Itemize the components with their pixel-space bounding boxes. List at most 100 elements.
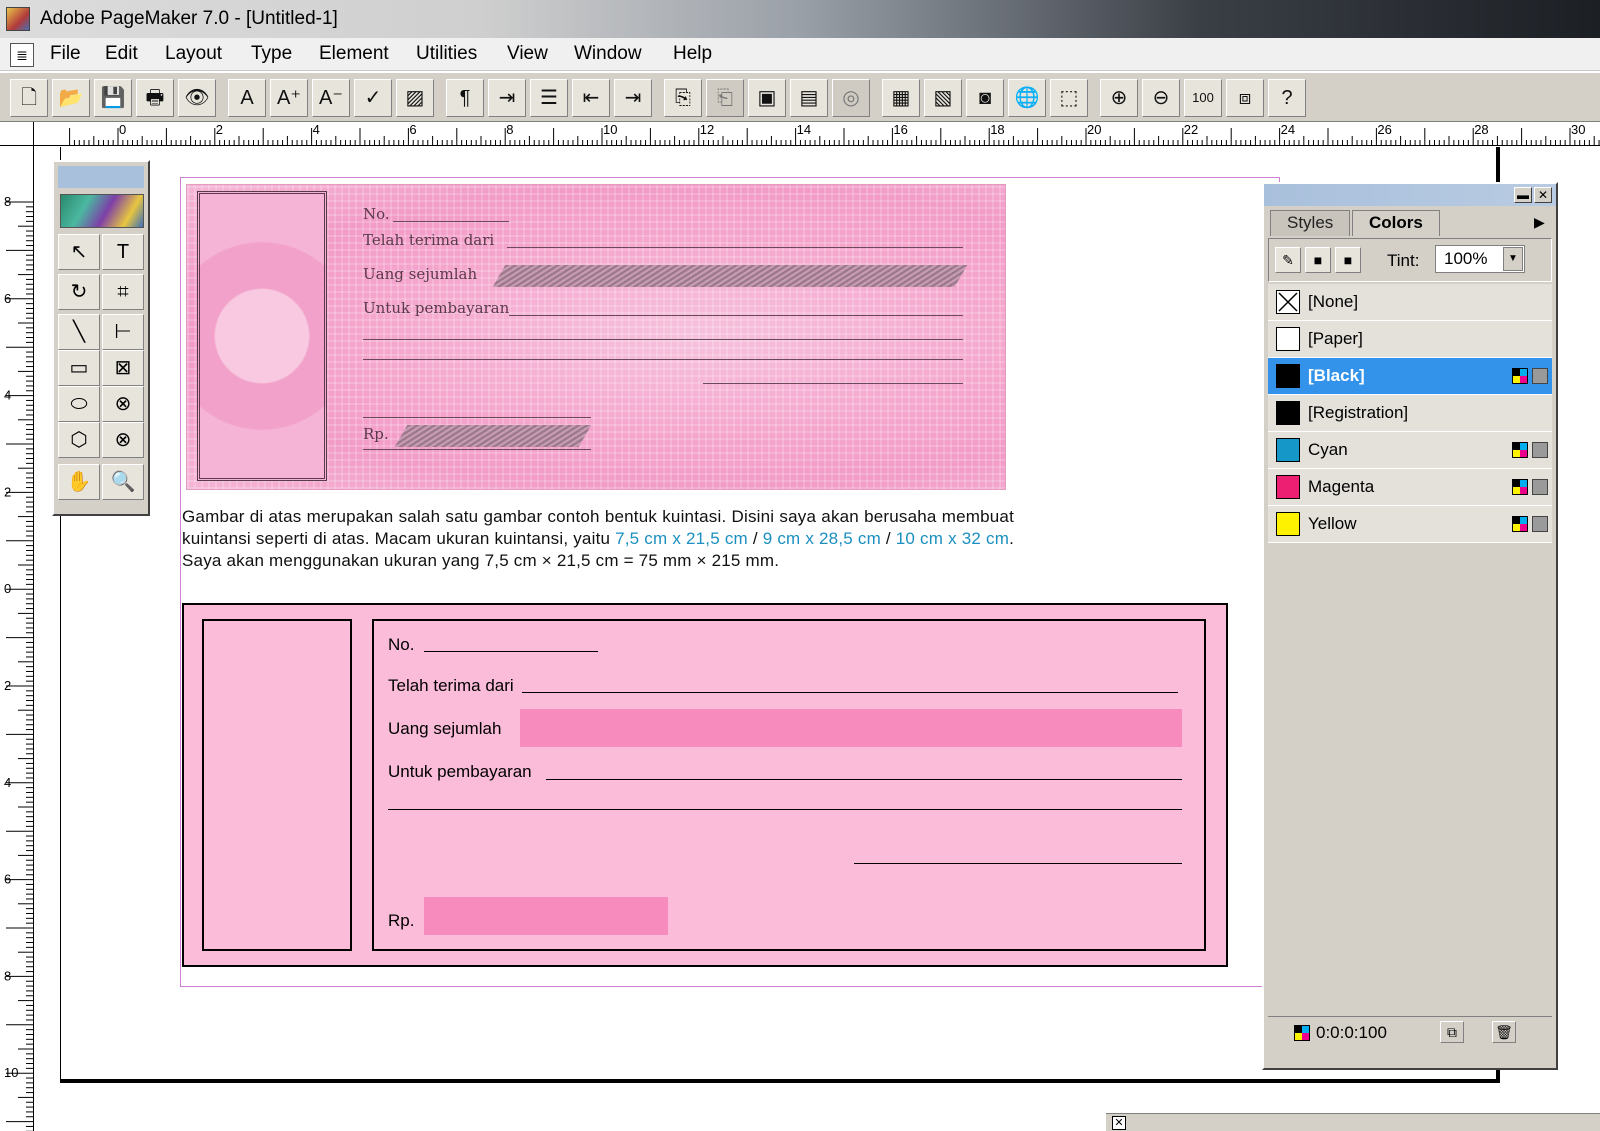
help-icon[interactable]: ? bbox=[1268, 79, 1306, 117]
horizontal-ruler[interactable]: 0 2 4 6 8 10 12 14 16 18 20 22 24 26 28 30 bbox=[34, 122, 1600, 146]
increase-indent-icon[interactable]: ⇥ bbox=[614, 79, 652, 117]
zoom-in-icon[interactable]: ⊕ bbox=[1100, 79, 1138, 117]
tab-styles[interactable]: Styles bbox=[1270, 210, 1351, 236]
fit-window-icon[interactable]: ⧈ bbox=[1226, 79, 1264, 117]
fill-stroke-icon[interactable]: ▨ bbox=[396, 79, 434, 117]
sample-kwitansi-image[interactable]: No. Telah terima dari Uang sejumlah Untu… bbox=[186, 184, 1006, 490]
menu-view[interactable]: View bbox=[507, 43, 548, 65]
palette-menu-arrow-icon[interactable]: ▶ bbox=[1534, 214, 1545, 231]
receipt-rp-label: Rp. bbox=[388, 911, 415, 930]
crop-tool[interactable]: ⌗ bbox=[102, 274, 144, 310]
menu-window[interactable]: Window bbox=[574, 43, 642, 65]
paragraph-icon[interactable]: ¶ bbox=[446, 79, 484, 117]
open-folder-icon[interactable]: 📂 bbox=[52, 79, 90, 117]
print-icon[interactable]: 🖶 bbox=[136, 79, 174, 117]
hand-tool[interactable]: ✋ bbox=[58, 464, 100, 500]
horizontal-ruler-ticks: 0 2 4 6 8 10 12 14 16 18 20 22 24 26 28 30 bbox=[69, 122, 1600, 146]
color-item[interactable]: [Registration] bbox=[1268, 395, 1552, 432]
globe-icon[interactable]: 🌐 bbox=[1008, 79, 1046, 117]
color-item[interactable]: Cyan bbox=[1268, 432, 1552, 469]
decrease-indent-icon[interactable]: ⇤ bbox=[572, 79, 610, 117]
ruler-origin[interactable] bbox=[0, 122, 34, 146]
ruler-label: 14 bbox=[797, 122, 811, 137]
ellipse-tool[interactable]: ⬭ bbox=[58, 386, 100, 422]
receipt-main-box[interactable]: No. Telah terima dari Uang sejumlah Untu… bbox=[372, 619, 1206, 951]
find-binoculars-icon[interactable]: 👁 bbox=[178, 79, 216, 117]
color-item[interactable]: Yellow bbox=[1268, 506, 1552, 543]
frame-icon[interactable]: ▣ bbox=[748, 79, 786, 117]
menu-element[interactable]: Element bbox=[319, 43, 389, 65]
font-icon[interactable]: A bbox=[228, 79, 266, 117]
tint-dropdown-icon[interactable]: ▼ bbox=[1503, 247, 1523, 271]
toolbox-title-bar[interactable] bbox=[58, 166, 144, 188]
font-size-down-icon[interactable]: A⁻ bbox=[312, 79, 350, 117]
description-text[interactable]: Gambar di atas merupakan salah satu gamb… bbox=[182, 506, 1014, 572]
menu-utilities[interactable]: Utilities bbox=[416, 43, 477, 65]
ruler-label: 4 bbox=[4, 388, 11, 403]
pdf-icon[interactable]: ⬚ bbox=[1050, 79, 1088, 117]
color-item[interactable]: Magenta bbox=[1268, 469, 1552, 506]
sample-untuk-line bbox=[509, 315, 963, 316]
acrobat-icon[interactable]: ◙ bbox=[966, 79, 1004, 117]
master-page-icon[interactable]: ⎗ bbox=[706, 79, 744, 117]
new-color-icon[interactable]: ⧉ bbox=[1440, 1021, 1464, 1043]
pagemaker-app-icon[interactable] bbox=[6, 7, 30, 31]
spell-check-icon[interactable]: ✓ bbox=[354, 79, 392, 117]
ellipse-frame-tool[interactable]: ⊗ bbox=[102, 386, 144, 422]
palette-minimize-icon[interactable]: ▬ bbox=[1514, 187, 1532, 203]
color-item[interactable]: [None] bbox=[1268, 284, 1552, 321]
link-icon[interactable]: ◎ bbox=[832, 79, 870, 117]
image-control-icon[interactable]: ▤ bbox=[790, 79, 828, 117]
stroke-mode-icon[interactable]: ✎ bbox=[1275, 247, 1301, 273]
sample-untuk-label: Untuk pembayaran bbox=[363, 299, 510, 317]
color-model-icon bbox=[1532, 368, 1548, 384]
indent-tabs-icon[interactable]: ⇥ bbox=[488, 79, 526, 117]
bullets-icon[interactable]: ☰ bbox=[530, 79, 568, 117]
receipt-telah-line bbox=[522, 692, 1178, 693]
tab-colors[interactable]: Colors bbox=[1352, 210, 1440, 236]
rotate-tool[interactable]: ↻ bbox=[58, 274, 100, 310]
fill-mode-icon[interactable]: ■ bbox=[1305, 247, 1331, 273]
sample-no-line bbox=[393, 221, 509, 222]
line-tool[interactable]: ╲ bbox=[58, 314, 100, 350]
palette-close-icon[interactable]: ✕ bbox=[1534, 187, 1552, 203]
color-item[interactable]: [Black] bbox=[1268, 358, 1552, 395]
main-toolbar: 🗋 📂 💾 🖶 👁 A A⁺ A⁻ ✓ ▨ ¶ ⇥ ☰ ⇤ ⇥ ⎘ ⎗ ▣ ▤ ◎ ▦ ▧ ◙ 🌐 ⬚ ⊕ ⊖ 100 ⧈? bbox=[0, 72, 1600, 122]
size-option-1: 7,5 cm x 21,5 cm bbox=[615, 529, 748, 548]
polygon-tool[interactable]: ⬡ bbox=[58, 422, 100, 458]
rectangle-tool[interactable]: ▭ bbox=[58, 350, 100, 386]
rectangle-frame-tool[interactable]: ⊠ bbox=[102, 350, 144, 386]
control-palette-close-icon[interactable]: ✕ bbox=[1112, 1116, 1126, 1130]
constrained-line-tool[interactable]: ⊢ bbox=[102, 314, 144, 350]
colors-palette[interactable]: ▬ ✕ Styles Colors ▶ ✎ ■ ■ Tint: ▼ [None]… bbox=[1262, 182, 1558, 1070]
receipt-stub-box[interactable] bbox=[202, 619, 352, 951]
menu-edit[interactable]: Edit bbox=[105, 43, 138, 65]
zoom-out-icon[interactable]: ⊖ bbox=[1142, 79, 1180, 117]
font-size-up-icon[interactable]: A⁺ bbox=[270, 79, 308, 117]
menu-help[interactable]: Help bbox=[673, 43, 712, 65]
vertical-ruler[interactable]: 8 6 4 2 0 2 4 6 8 10 bbox=[0, 146, 34, 1131]
menu-type[interactable]: Type bbox=[251, 43, 292, 65]
control-palette-fragment[interactable]: ✕ bbox=[1106, 1113, 1600, 1131]
palette-title-bar[interactable]: ▬ ✕ bbox=[1264, 184, 1556, 206]
text-tool[interactable]: T bbox=[102, 234, 144, 270]
color-name: Cyan bbox=[1308, 440, 1348, 459]
both-mode-icon[interactable]: ■ bbox=[1335, 247, 1361, 273]
document-system-menu-icon[interactable]: ≣ bbox=[10, 43, 34, 67]
pointer-tool[interactable]: ↖ bbox=[58, 234, 100, 270]
place-image-icon[interactable]: ▦ bbox=[882, 79, 920, 117]
save-icon[interactable]: 💾 bbox=[94, 79, 132, 117]
new-page-icon[interactable]: ⎘ bbox=[664, 79, 702, 117]
color-item[interactable]: [Paper] bbox=[1268, 321, 1552, 358]
polygon-frame-tool[interactable]: ⊗ bbox=[102, 422, 144, 458]
delete-color-icon[interactable]: 🗑 bbox=[1492, 1021, 1516, 1043]
actual-size-icon[interactable]: 100 bbox=[1184, 79, 1222, 117]
menu-file[interactable]: File bbox=[50, 43, 81, 65]
toolbox-palette[interactable]: ↖ T ↻ ⌗ ╲ ⊢ ▭ ⊠ ⬭ ⊗ ⬡ ⊗ ✋ 🔍 bbox=[52, 160, 150, 516]
receipt-layout[interactable]: No. Telah terima dari Uang sejumlah Untu… bbox=[182, 603, 1228, 967]
picture-palette-icon[interactable]: ▧ bbox=[924, 79, 962, 117]
zoom-tool[interactable]: 🔍 bbox=[102, 464, 144, 500]
new-document-icon[interactable]: 🗋 bbox=[10, 79, 48, 117]
pagemaker-logo bbox=[60, 194, 144, 228]
menu-layout[interactable]: Layout bbox=[165, 43, 222, 65]
